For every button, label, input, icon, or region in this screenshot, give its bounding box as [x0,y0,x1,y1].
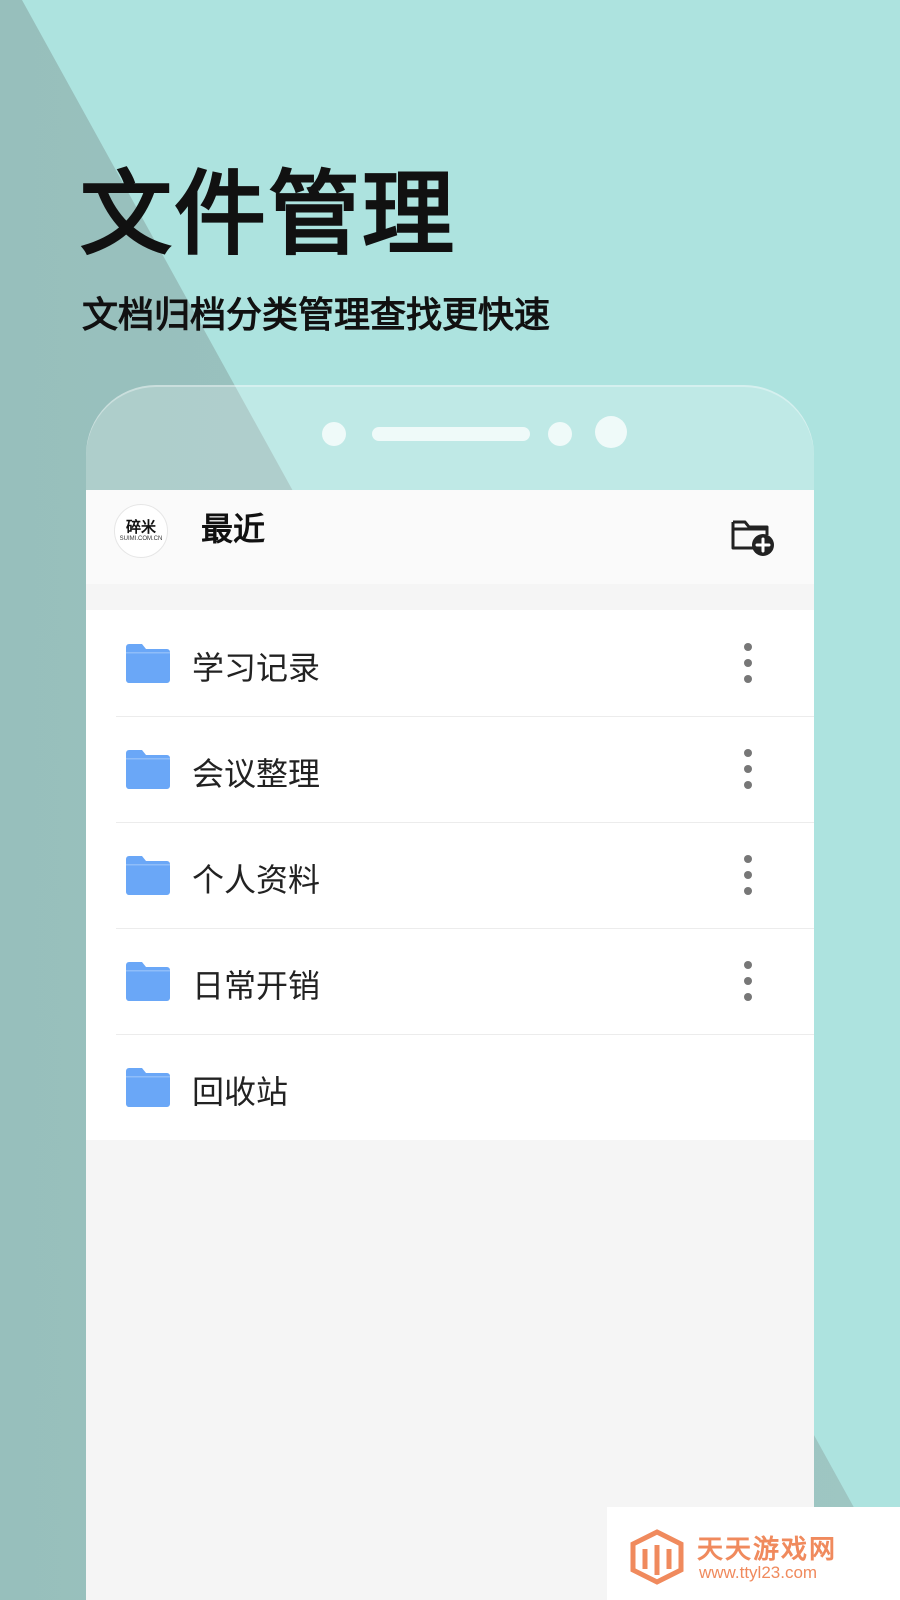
speaker-grille [372,427,530,441]
folder-label: 回收站 [192,1073,289,1111]
folder-icon [126,962,170,1001]
more-options-button[interactable] [740,961,756,1001]
list-item[interactable]: 日常开销 [86,928,814,1034]
more-options-button[interactable] [740,643,756,683]
phone-screen: 碎米 SUIMI.COM.CN 最近 学习记录 会议整理 个人资料 日常开销 回… [86,490,814,1600]
logo-subtext: SUIMI.COM.CN [119,536,163,542]
list-item[interactable]: 学习记录 [86,610,814,716]
app-header: 碎米 SUIMI.COM.CN 最近 [86,490,814,584]
folder-plus-icon [731,520,774,556]
new-folder-button[interactable] [730,514,776,558]
watermark: 天天游戏网 www.ttyl23.com [607,1507,900,1600]
folder-icon [126,856,170,895]
more-vertical-icon [744,855,752,863]
hero-subtitle: 文档归档分类管理查找更快速 [82,295,551,336]
header-title: 最近 [201,510,266,548]
phone-bezel-top [86,385,814,490]
sensor-dot [548,422,572,446]
more-vertical-icon [744,749,752,757]
folder-icon [126,750,170,789]
list-item[interactable]: 会议整理 [86,716,814,822]
app-logo[interactable]: 碎米 SUIMI.COM.CN [114,504,168,558]
camera-dot [322,422,346,446]
hero-title: 文件管理 [80,161,457,268]
watermark-logo-icon [630,1529,684,1585]
front-camera [595,416,627,448]
folder-icon [126,644,170,683]
trash-folder-icon [126,1068,170,1107]
folder-label: 会议整理 [192,755,321,793]
more-vertical-icon [744,961,752,969]
folder-label: 个人资料 [192,861,321,899]
more-options-button[interactable] [740,749,756,789]
more-options-button[interactable] [740,855,756,895]
folder-label: 日常开销 [192,967,321,1005]
watermark-name: 天天游戏网 [697,1535,838,1565]
folder-list: 学习记录 会议整理 个人资料 日常开销 回收站 [86,610,814,1140]
list-item[interactable]: 个人资料 [86,822,814,928]
watermark-url: www.ttyl23.com [699,1563,818,1582]
folder-label: 学习记录 [192,649,321,687]
logo-text: 碎米 [125,518,156,536]
list-item[interactable]: 回收站 [86,1034,814,1140]
more-vertical-icon [744,643,752,651]
